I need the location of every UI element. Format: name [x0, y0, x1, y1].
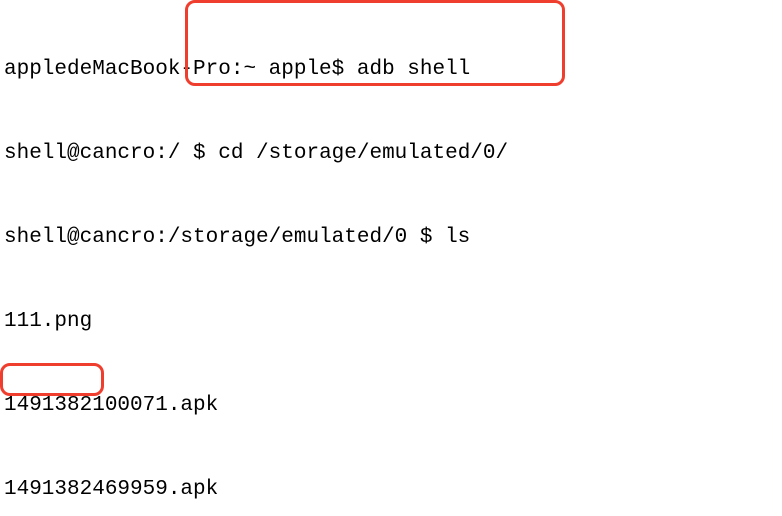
prompt-device-storage: shell@cancro:/storage/emulated/0 $ [4, 226, 445, 249]
command-ls: ls [445, 226, 470, 249]
shell-line-1: shell@cancro:/ $ cd /storage/emulated/0/ [4, 140, 782, 168]
shell-line-0: appledeMacBook-Pro:~ apple$ adb shell [4, 56, 782, 84]
file-entry: 111.png [4, 308, 782, 336]
command-cd-storage: cd /storage/emulated/0/ [218, 142, 508, 165]
terminal-output[interactable]: appledeMacBook-Pro:~ apple$ adb shell sh… [0, 0, 782, 516]
prompt-device-root: shell@cancro:/ $ [4, 142, 218, 165]
prompt-host: appledeMacBook-Pro:~ apple$ [4, 58, 357, 81]
command-adb-shell: adb shell [357, 58, 470, 81]
shell-line-2: shell@cancro:/storage/emulated/0 $ ls [4, 224, 782, 252]
file-entry: 1491382469959.apk [4, 476, 782, 504]
file-entry: 1491382100071.apk [4, 392, 782, 420]
